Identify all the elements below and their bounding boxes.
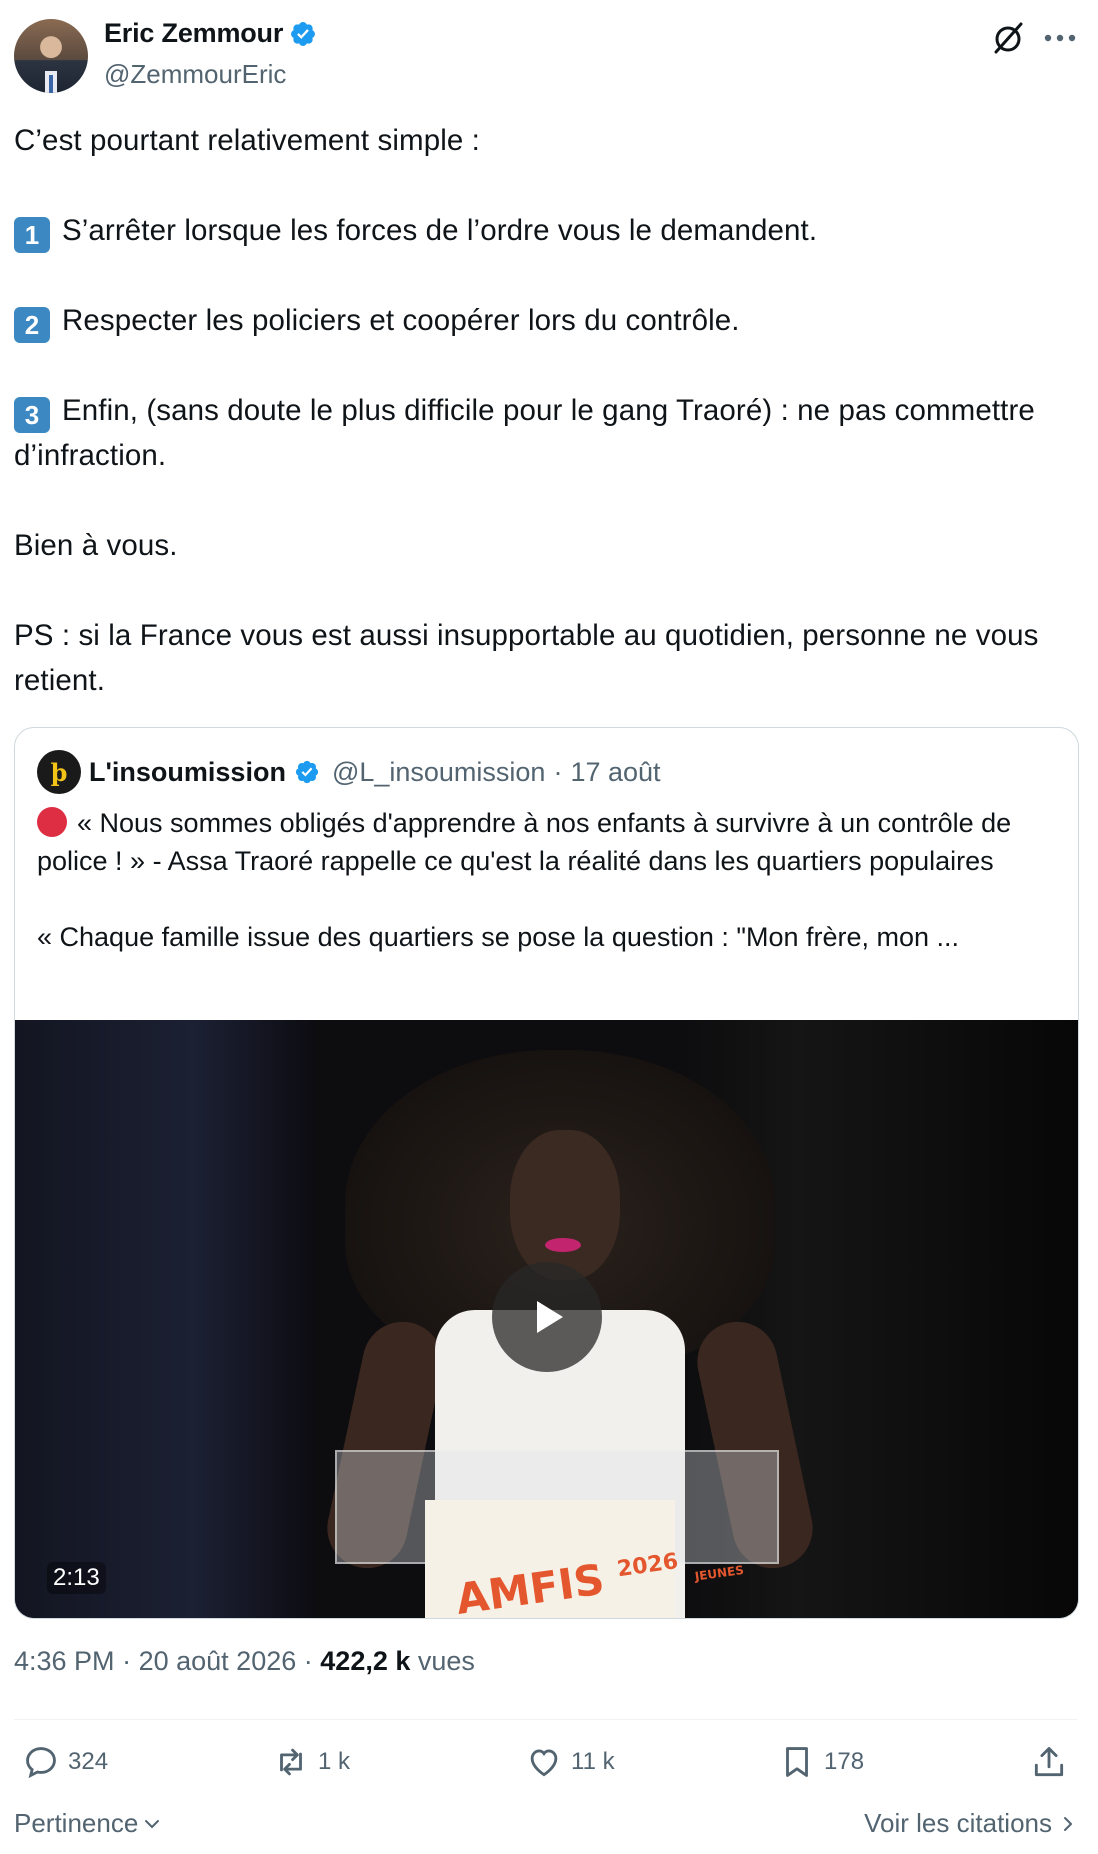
- list-item-text: Respecter les policiers et coopérer lors…: [62, 304, 740, 337]
- tweet-time[interactable]: 4:36 PM: [14, 1646, 115, 1676]
- like-button[interactable]: 11 k: [525, 1743, 615, 1781]
- author-handle[interactable]: @ZemmourEric: [104, 59, 286, 90]
- bookmark-count: 178: [824, 1748, 865, 1775]
- list-item-text: S’arrêter lorsque les forces de l’ordre …: [62, 214, 818, 247]
- sign-year-text: 2026: [615, 1548, 680, 1583]
- tweet-text: C’est pourtant relativement simple : 1 S’…: [14, 118, 1074, 703]
- sign-sub-text: JEUNES: [693, 1562, 745, 1584]
- play-icon: [537, 1301, 563, 1333]
- bookmark-icon: [786, 1747, 808, 1777]
- meta-separator: ·: [303, 1646, 313, 1676]
- retweet-count: 1 k: [318, 1748, 351, 1775]
- quoted-text-2: « Chaque famille issue des quartiers se …: [37, 922, 960, 952]
- quoted-tweet-text: « Nous sommes obligés d'apprendre à nos …: [37, 804, 1047, 956]
- share-button[interactable]: [1030, 1743, 1068, 1781]
- quoted-avatar-logo: þ: [50, 757, 68, 787]
- video-duration: 2:13: [47, 1562, 106, 1594]
- divider: [14, 1719, 1077, 1720]
- speaker-face: [510, 1130, 620, 1280]
- grok-icon[interactable]: [990, 20, 1026, 56]
- tweet: Eric Zemmour @ZemmourEric C’est pourtant…: [0, 0, 1098, 1854]
- sort-dropdown[interactable]: Pertinence: [14, 1808, 162, 1839]
- tweet-line: C’est pourtant relativement simple :: [14, 124, 480, 157]
- views-count: 422,2 k: [320, 1646, 411, 1676]
- reply-count: 324: [68, 1748, 109, 1775]
- avatar-tie: [49, 75, 53, 93]
- verified-badge-icon: [291, 21, 316, 46]
- retweet-icon: [280, 1748, 302, 1776]
- meta-separator: ·: [122, 1646, 132, 1676]
- more-icon[interactable]: [1040, 24, 1080, 52]
- reply-icon: [26, 1747, 56, 1779]
- author-name[interactable]: Eric Zemmour: [104, 18, 283, 49]
- play-button[interactable]: [492, 1262, 602, 1372]
- share-icon: [1034, 1747, 1064, 1777]
- video-player[interactable]: AMFIS 2026 JEUNES 2:13: [15, 1020, 1078, 1618]
- stage-curtain-left: [15, 1020, 315, 1618]
- view-quotes-link[interactable]: Voir les citations: [864, 1808, 1076, 1839]
- tweet-list-item-2: 2 Respecter les policiers et coopérer lor…: [14, 298, 1074, 343]
- tweet-meta: 4:36 PM · 20 août 2026 · 422,2 k vues: [14, 1646, 475, 1677]
- like-count: 11 k: [571, 1748, 615, 1775]
- quoted-date[interactable]: 17 août: [570, 757, 660, 788]
- quoted-tweet-header: þ L'insoumission @L_insoumission · 17 ao…: [37, 750, 661, 794]
- verified-badge-icon: [295, 760, 319, 784]
- bookmark-button[interactable]: 178: [778, 1743, 864, 1781]
- keycap-1-icon: 1: [14, 217, 50, 253]
- red-circle-icon: [37, 807, 67, 837]
- views-label: vues: [417, 1646, 475, 1676]
- retweet-button[interactable]: 1 k: [272, 1743, 350, 1781]
- keycap-3-icon: 3: [14, 397, 50, 433]
- quoted-separator: ·: [553, 756, 563, 787]
- sort-label: Pertinence: [14, 1808, 139, 1838]
- keycap-2-icon: 2: [14, 307, 50, 343]
- quoted-author-name[interactable]: L'insoumission: [89, 757, 286, 788]
- tweet-date[interactable]: 20 août 2026: [139, 1646, 297, 1676]
- tweet-closing: Bien à vous.: [14, 529, 178, 562]
- list-item-text: Enfin, (sans doute le plus difficile pou…: [14, 394, 1035, 472]
- view-quotes-label: Voir les citations: [864, 1808, 1052, 1838]
- speaker-lips: [545, 1238, 581, 1252]
- tweet-list-item-3: 3 Enfin, (sans doute le plus difficile po…: [14, 388, 1074, 478]
- author-avatar[interactable]: [14, 19, 88, 93]
- tweet-list-item-1: 1 S’arrêter lorsque les forces de l’ordre…: [14, 208, 1074, 253]
- quoted-text-1: « Nous sommes obligés d'apprendre à nos …: [37, 808, 1012, 876]
- quoted-author-handle[interactable]: @L_insoumission: [332, 757, 546, 788]
- heart-icon: [530, 1749, 558, 1777]
- chevron-down-icon: [145, 1819, 160, 1828]
- author-name-row: Eric Zemmour: [104, 18, 317, 49]
- chevron-right-icon: [1064, 1816, 1072, 1831]
- tweet-ps: PS : si la France vous est aussi insuppo…: [14, 619, 1039, 697]
- quoted-tweet-card[interactable]: þ L'insoumission @L_insoumission · 17 ao…: [14, 727, 1079, 1619]
- reply-button[interactable]: 324: [22, 1743, 108, 1781]
- quoted-author-avatar[interactable]: þ: [37, 750, 81, 794]
